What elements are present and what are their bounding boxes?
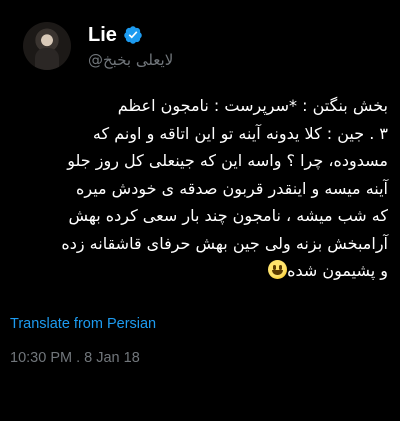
tweet-last-line: و پشیمون شده [10,257,388,285]
tweet-header: Lie @لایعلی بخبخ [23,22,173,70]
tweet-line: مسدوده، چرا ؟ واسه این که جینعلی کل روز … [67,151,388,170]
translate-link[interactable]: Translate from Persian [10,316,156,332]
tweet-line: ۳ . جین : کلا یدونه آینه تو این اتاقه و … [92,123,388,143]
name-row: Lie [88,23,173,47]
tweet-line: بخش بنگتن : *سرپرست : نامجون اعظم [117,96,388,115]
tweet-text: بخش بنگتن : *سرپرست : نامجون اعظم ۳ . جی… [10,92,388,285]
tweet-line: که شب میشه ، نامجون چند بار سعی کرده بهش [68,206,388,225]
tweet-line: و پشیمون شده [287,261,388,280]
tweet-line: آرامبخش بزنه ولی جین بهش حرفای قاشقانه ز… [61,233,388,253]
verified-badge-icon [124,25,142,44]
tweet-line: آینه میسه و اینقدر قربون صدقه ی خودش میر… [75,178,388,198]
tweet-timestamp[interactable]: 10:30 PM . 8 Jan 18 [10,350,140,366]
grinning-face-emoji-icon [268,260,288,279]
author-handle[interactable]: @لایعلی بخبخ [88,50,173,70]
author-display-name[interactable]: Lie [88,23,117,47]
author-info: Lie @لایعلی بخبخ [88,23,173,70]
avatar[interactable] [23,22,71,70]
